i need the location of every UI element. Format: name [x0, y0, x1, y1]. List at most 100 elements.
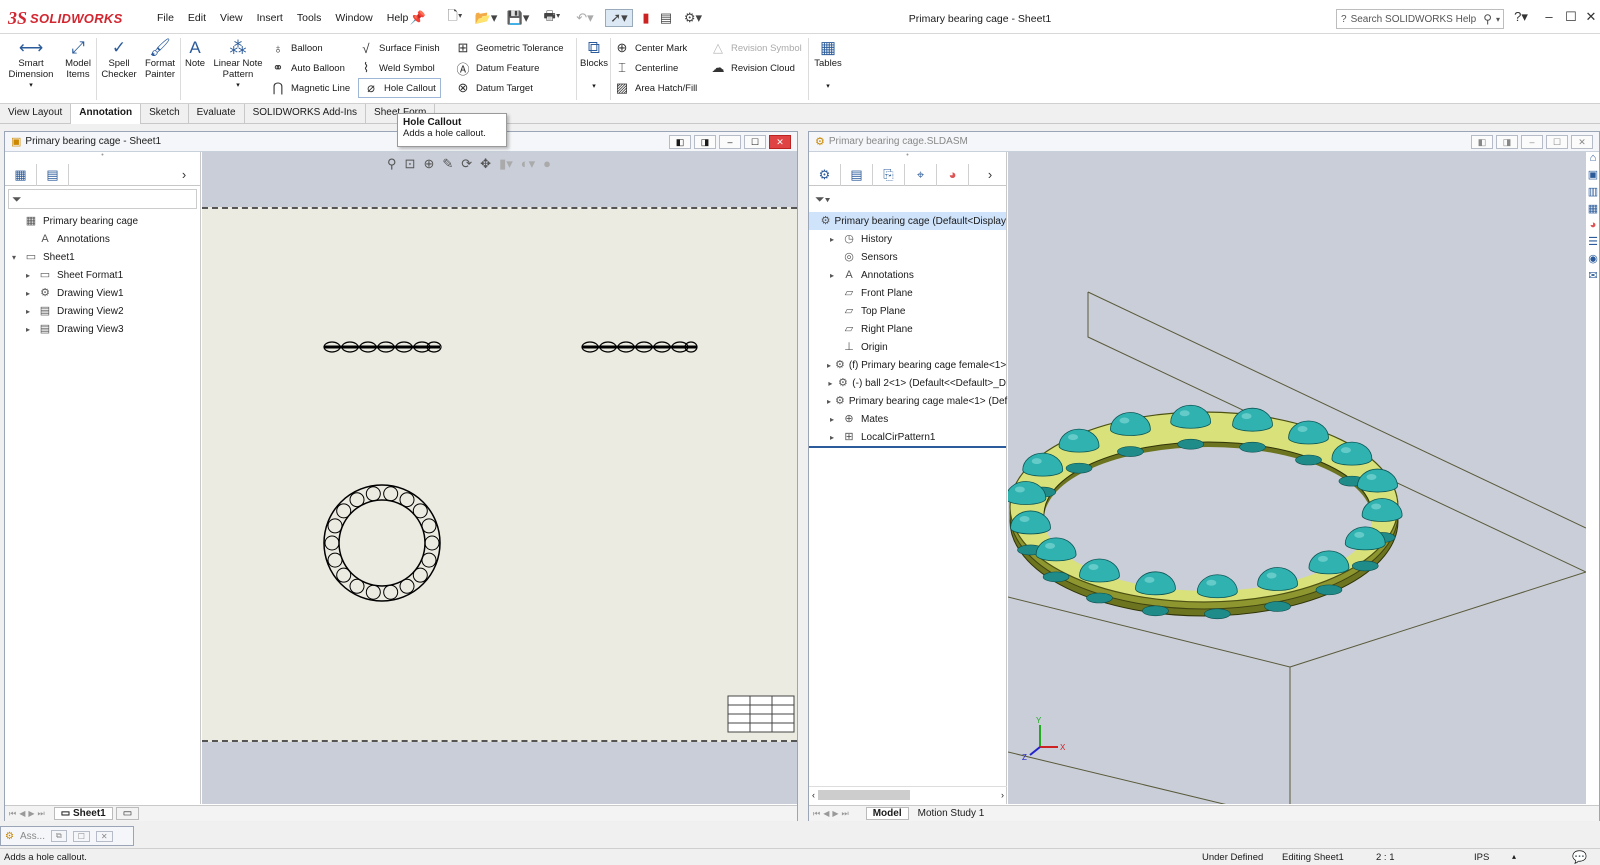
panel-grip-icon[interactable]: • — [809, 152, 1006, 164]
tab-solidworks-add-ins[interactable]: SOLIDWORKS Add-Ins — [245, 104, 367, 124]
expand-arrow-icon[interactable]: ▸ — [23, 289, 33, 298]
assembly-tree-item[interactable]: ▱ Right Plane — [809, 320, 1006, 338]
feature-tree-tab-icon[interactable]: ▦ — [5, 164, 37, 186]
pan-icon[interactable]: ✥ — [480, 156, 491, 172]
window-minimize-icon[interactable]: – — [1521, 135, 1543, 149]
drawing-tree-item[interactable]: A Annotations — [5, 230, 200, 248]
tab-evaluate[interactable]: Evaluate — [189, 104, 245, 124]
close-icon[interactable]: ✕ — [1580, 9, 1600, 27]
scroll-thumb[interactable] — [818, 789, 910, 800]
appearance-icon[interactable]: ● — [543, 156, 551, 172]
menu-view[interactable]: View — [213, 12, 250, 24]
magnetic-line-button[interactable]: ⋂ Magnetic Line — [270, 78, 351, 98]
drawing-tree-item[interactable]: ▦ Primary bearing cage — [5, 212, 200, 230]
drawing-tree-item[interactable]: ▸ ▭ Sheet Format1 — [5, 266, 200, 284]
select-cursor-icon[interactable]: ➚▾ — [605, 9, 633, 27]
feature-tree-tab-icon[interactable]: ⚙ — [809, 164, 841, 186]
tab-annotation[interactable]: Annotation — [71, 104, 142, 124]
center-mark-button[interactable]: ⊕ Center Mark — [614, 38, 697, 58]
linear-note-pattern-button[interactable]: ⁂ Linear Note Pattern ▾ — [210, 38, 266, 91]
surface-finish-button[interactable]: √ Surface Finish — [358, 38, 441, 58]
assembly-tree-item[interactable]: ▸ ⚙ Primary bearing cage male<1> (Def — [809, 392, 1007, 410]
assembly-tree-item[interactable]: ⚙ Primary bearing cage (Default<Display — [809, 212, 1006, 230]
bearing-cage-model[interactable] — [1008, 404, 1403, 620]
centerline-button[interactable]: ⌶ Centerline — [614, 58, 697, 78]
units-dropdown-icon[interactable]: ▴ — [1512, 852, 1516, 861]
assembly-tree-item[interactable]: ▸ A Annotations — [809, 266, 1006, 284]
drawing-view-front-ring[interactable] — [323, 484, 441, 602]
property-manager-tab-icon[interactable]: ▤ — [37, 164, 69, 186]
window-maximize-icon[interactable]: ☐ — [744, 135, 766, 149]
tab-view-layout[interactable]: View Layout — [0, 104, 72, 124]
drawing-sheet[interactable] — [202, 207, 797, 742]
help-search-input[interactable]: ? Search SOLIDWORKS Help ⚲ ▾ — [1336, 9, 1504, 29]
drawing-viewport[interactable]: ⚲ ⊡ ⊕ ✎ ⟳ ✥ ▮▾ ◐▾ ● — [202, 152, 797, 804]
assembly-tree-item[interactable]: ▸ ⊕ Mates — [809, 410, 1006, 428]
scroll-left-icon[interactable]: ‹ — [809, 790, 818, 800]
tab-sketch[interactable]: Sketch — [141, 104, 189, 124]
rotate-icon[interactable]: ⟳ — [461, 156, 472, 172]
expand-arrow-icon[interactable]: ▸ — [827, 397, 831, 406]
drawing-tree-item[interactable]: ▸ ⚙ Drawing View1 — [5, 284, 200, 302]
tab-nav-prev-icon[interactable]: ◀ — [823, 809, 829, 818]
revision-cloud-button[interactable]: ☁ Revision Cloud — [710, 58, 802, 78]
hole-callout-button[interactable]: ⌀ Hole Callout — [358, 78, 441, 98]
tables-button[interactable]: ▦ Tables ▾ — [812, 38, 844, 92]
expand-arrow-icon[interactable]: ▸ — [827, 379, 834, 388]
restore-icon[interactable]: ⧉ — [50, 830, 67, 842]
smart-dimension-button[interactable]: ⟷ Smart Dimension ▾ — [6, 38, 56, 91]
forum-icon[interactable]: ✉ — [1588, 269, 1597, 282]
tile-left-icon[interactable]: ◧ — [1471, 135, 1493, 149]
datum-feature-button[interactable]: Ⓐ Datum Feature — [455, 58, 563, 78]
hide-show-icon[interactable]: ◐▾ — [521, 156, 535, 172]
design-library-icon[interactable]: ▥ — [1588, 185, 1598, 198]
sheet-nav-first-icon[interactable]: ⏮ — [9, 809, 16, 819]
auto-balloon-button[interactable]: ⚭ Auto Balloon — [270, 58, 350, 78]
zoom-to-fit-icon[interactable]: ⚲ — [387, 156, 397, 172]
tile-left-icon[interactable]: ◧ — [669, 135, 691, 149]
tree-filter[interactable]: ⏷ — [8, 189, 197, 209]
tab-nav-first-icon[interactable]: ⏮ — [813, 809, 820, 819]
assembly-tree-item[interactable]: ⊥ Origin — [809, 338, 1006, 356]
undo-icon[interactable]: ↶▾ — [572, 9, 598, 27]
window-maximize-icon[interactable]: ☐ — [1546, 135, 1568, 149]
drawing-tree-item[interactable]: ▸ ▤ Drawing View2 — [5, 302, 200, 320]
tree-filter[interactable]: ⏷▾ — [812, 189, 1003, 209]
chat-bubble-icon[interactable]: 💬 — [1572, 850, 1587, 864]
weld-symbol-button[interactable]: ⌇ Weld Symbol — [358, 58, 441, 78]
drawing-tree-item[interactable]: ▸ ▤ Drawing View3 — [5, 320, 200, 338]
tab-nav-last-icon[interactable]: ⏭ — [842, 809, 849, 819]
sheet-nav-next-icon[interactable]: ▶ — [28, 809, 34, 818]
tab-nav-next-icon[interactable]: ▶ — [832, 809, 838, 818]
expand-arrow-icon[interactable]: ▸ — [827, 361, 831, 370]
assembly-3d-viewport[interactable]: Y X Z — [1008, 152, 1586, 804]
balloon-button[interactable]: ♁ Balloon — [270, 38, 350, 58]
menu-edit[interactable]: Edit — [181, 12, 213, 24]
chevron-right-icon[interactable]: › — [974, 164, 1006, 186]
menu-insert[interactable]: Insert — [250, 12, 290, 24]
minimize-icon[interactable]: – — [1538, 9, 1560, 27]
area-hatch-button[interactable]: ▨ Area Hatch/Fill — [614, 78, 697, 98]
scroll-right-icon[interactable]: › — [998, 790, 1007, 800]
print-icon[interactable]: 🖶▾ — [538, 8, 566, 27]
configuration-manager-tab-icon[interactable]: ⎘ — [873, 164, 905, 186]
sheet-nav-prev-icon[interactable]: ◀ — [19, 809, 25, 818]
display-manager-tab-icon[interactable]: ◕ — [937, 164, 969, 186]
zoom-in-icon[interactable]: ⊕ — [423, 156, 434, 172]
window-close-icon[interactable]: ✕ — [1571, 135, 1593, 149]
expand-arrow-icon[interactable]: ▸ — [23, 307, 33, 316]
assembly-tree-item[interactable]: ▸ ⚙ (-) ball 2<1> (Default<<Default>_D — [809, 374, 1006, 392]
view-palette-icon[interactable]: ◉ — [1588, 252, 1598, 265]
sketch-pencil-icon[interactable]: ✎ — [442, 156, 453, 172]
options-gear-icon[interactable]: ⚙▾ — [680, 9, 706, 27]
model-items-button[interactable]: ⤢ Model Items — [60, 38, 96, 80]
chevron-right-icon[interactable]: › — [168, 164, 200, 186]
blocks-button[interactable]: ⧉ Blocks ▾ — [578, 38, 610, 92]
format-painter-button[interactable]: 🖌 Format Painter — [140, 38, 180, 80]
new-document-icon[interactable]: 🗋▾ — [442, 8, 468, 27]
drawing-tree-item[interactable]: ▾ ▭ Sheet1 — [5, 248, 200, 266]
assembly-tree-item[interactable]: ▸ ⊞ LocalCirPattern1 — [809, 428, 1006, 446]
spell-checker-button[interactable]: ✓ Spell Checker — [100, 38, 138, 80]
solidworks-logo[interactable]: 3S SOLIDWORKS — [8, 6, 132, 30]
resources-icon[interactable]: ▣ — [1588, 168, 1598, 181]
